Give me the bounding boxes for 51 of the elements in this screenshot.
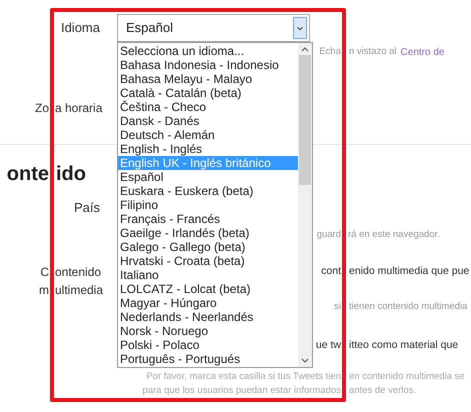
section-heading: onte [6,162,49,186]
dropdown-option[interactable]: Bahasa Melayu - Malayo [118,72,298,86]
dropdown-option[interactable]: Dansk - Danés [118,114,298,128]
dropdown-option[interactable]: Čeština - Checo [118,100,298,114]
field-label: ontenido [55,264,102,281]
field-label: m [39,282,49,299]
dropdown-option[interactable]: Magyar - Húngaro [118,296,298,310]
field-label: País [72,199,100,218]
setting-text: ue tw [316,338,341,354]
help-text: antes de verlos. [349,384,416,398]
section-heading: ido [56,162,86,186]
language-select[interactable]: Español [117,14,310,42]
setting-text: enido multimedia que pue [349,264,470,280]
dropdown-option[interactable]: Norsk - Noruego [118,324,298,338]
dropdown-option[interactable]: Hrvatski - Croata (beta) [118,254,298,268]
note-text: guard [316,228,341,242]
dropdown-option[interactable]: LOLCATZ - Lolcat (beta) [118,282,298,296]
field-label: Zo [34,100,49,117]
dropdown-option[interactable]: Español [118,170,298,184]
dropdown-option[interactable]: Gaeilge - Irlandés (beta) [118,226,298,240]
help-text: Por favor, marca esta casilla si tus Tweets tien [146,370,341,384]
help-text: para que los usuarios puedan estar informados [142,384,341,398]
dropdown-option[interactable]: English - Inglés [118,142,298,156]
dropdown-option[interactable]: Bahasa Indonesia - Indonesio [118,58,298,72]
dropdown-option[interactable]: Polski - Polaco [118,338,298,352]
dropdown-option[interactable]: Deutsch - Alemán [118,128,298,142]
dropdown-option[interactable]: Galego - Gallego (beta) [118,240,298,254]
dropdown-option[interactable]: Selecciona un idioma... [118,44,298,58]
help-text: en contenido multimedia se [349,370,465,384]
dropdown-option[interactable]: Français - Francés [118,212,298,226]
dropdown-option[interactable]: Filipino [118,198,298,212]
scrollbar[interactable] [298,43,312,367]
dropdown-option[interactable]: Català - Catalán (beta) [118,86,298,100]
help-center-link[interactable]: Centro de [400,44,444,60]
field-label: a horaria [55,100,102,117]
setting-text: itteo como material que [349,338,458,354]
chevron-down-icon [293,17,307,39]
dropdown-option[interactable]: Nederlands - Neerlandés [118,310,298,324]
note-text: si [334,300,341,314]
hint-text: n vistazo al [349,44,397,59]
dropdown-option[interactable]: Italiano [118,268,298,282]
dropdown-option[interactable]: Português - Portugués [118,352,298,366]
note-text: rá en este navegador. [348,228,440,242]
scrollbar-thumb[interactable] [299,55,311,185]
hint-text: Echa [319,44,341,59]
field-label: ultimedia [55,282,104,299]
field-label: C [40,264,49,281]
field-label: Idioma [60,19,100,38]
dropdown-option[interactable]: Euskara - Euskera (beta) [118,184,298,198]
setting-text: cont [321,264,341,280]
note-text: tienen contenido multimedia [349,300,468,314]
